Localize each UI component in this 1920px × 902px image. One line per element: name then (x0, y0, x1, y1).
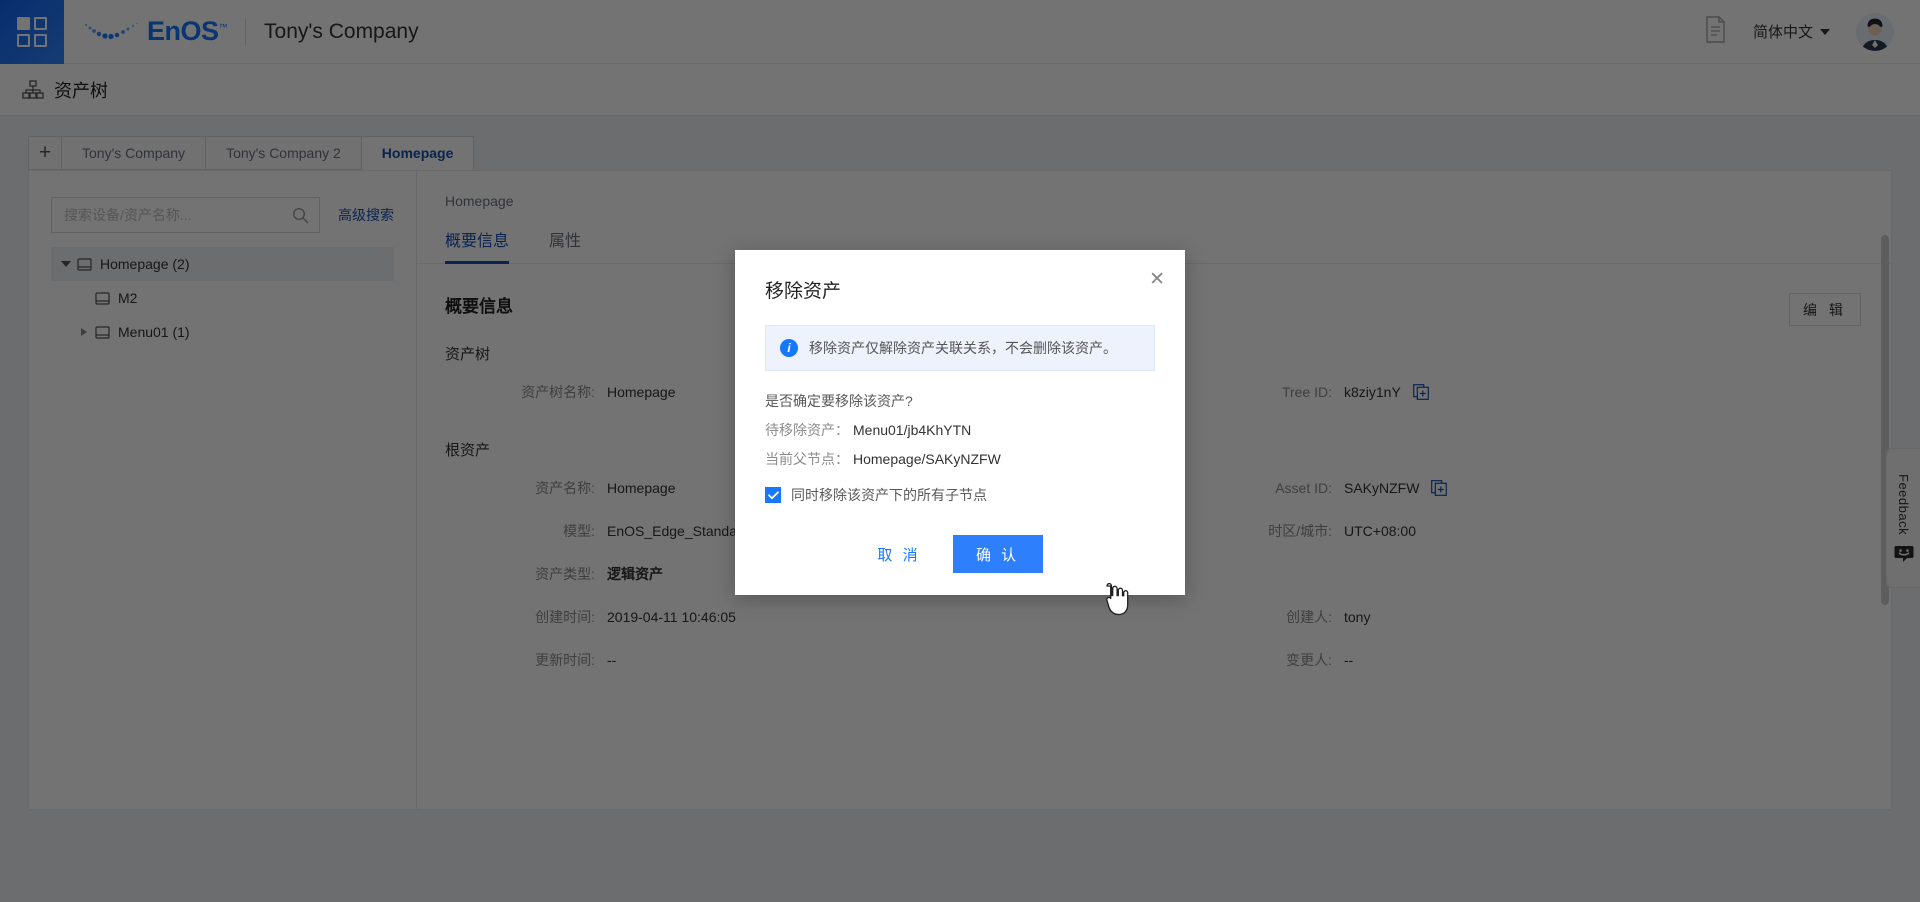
field-value: Menu01/jb4KhYTN (853, 422, 971, 438)
confirm-button[interactable]: 确 认 (953, 535, 1043, 573)
field-value: Homepage/SAKyNZFW (853, 451, 1001, 467)
confirm-question: 是否确定要移除该资产? (765, 391, 1155, 411)
remove-children-checkbox[interactable] (765, 487, 781, 503)
field-current-parent: 当前父节点：Homepage/SAKyNZFW (765, 449, 1155, 469)
info-text: 移除资产仅解除资产关联关系，不会删除该资产。 (809, 338, 1117, 358)
info-banner: i 移除资产仅解除资产关联关系，不会删除该资产。 (765, 325, 1155, 371)
dialog-title: 移除资产 (765, 276, 1155, 303)
field-label: 当前父节点： (765, 451, 849, 467)
field-label: 待移除资产： (765, 422, 849, 438)
field-asset-to-remove: 待移除资产：Menu01/jb4KhYTN (765, 420, 1155, 440)
info-circle-icon: i (780, 339, 798, 357)
close-icon[interactable]: ✕ (1149, 270, 1165, 289)
remove-asset-dialog: 移除资产 ✕ i 移除资产仅解除资产关联关系，不会删除该资产。 是否确定要移除该… (735, 250, 1185, 595)
dialog-actions: 取 消 确 认 (765, 535, 1155, 573)
remove-children-checkbox-row[interactable]: 同时移除该资产下的所有子节点 (765, 485, 1155, 505)
cancel-button[interactable]: 取 消 (877, 544, 920, 565)
checkbox-label: 同时移除该资产下的所有子节点 (791, 485, 987, 505)
